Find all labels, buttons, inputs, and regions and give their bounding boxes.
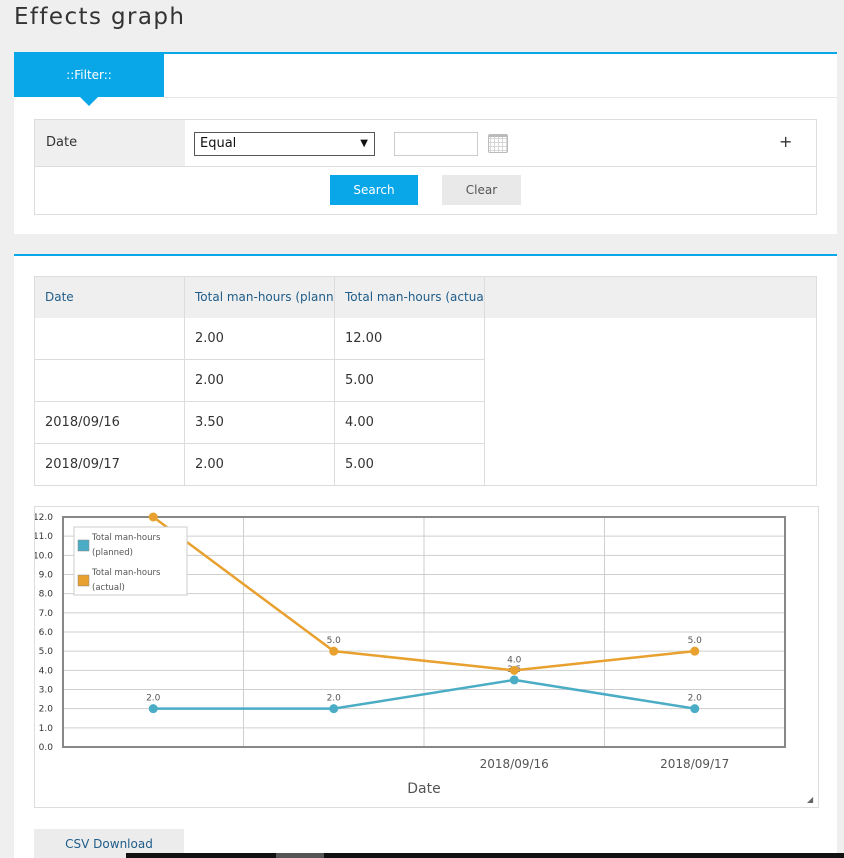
y-tick-label: 2.0	[39, 705, 54, 715]
data-label: 5.0	[327, 636, 342, 646]
table-header: Date Total man-hours (planned) Total man…	[35, 277, 816, 318]
date-input[interactable]	[394, 132, 478, 156]
y-tick-label: 10.0	[35, 551, 53, 561]
resize-handle-icon[interactable]: ◢	[807, 796, 815, 804]
data-point	[690, 646, 700, 656]
data-point	[148, 704, 158, 714]
legend-swatch	[77, 539, 90, 552]
filter-row-divider	[185, 166, 816, 167]
data-point	[509, 675, 519, 685]
tab-filter[interactable]: ::Filter::	[14, 54, 164, 97]
column-header-date[interactable]: Date	[35, 277, 185, 318]
y-tick-label: 6.0	[39, 628, 54, 638]
data-label: 2.0	[688, 694, 703, 704]
cell-date: 2018/09/16	[35, 402, 185, 444]
x-tick-label: 2018/09/17	[660, 757, 729, 771]
tab-indicator-arrow	[80, 97, 98, 106]
dropdown-arrow-icon: ▼	[360, 138, 368, 149]
tab-divider	[164, 97, 837, 98]
operator-select[interactable]: Equal ▼	[194, 132, 375, 156]
cell-date	[35, 318, 185, 360]
legend-label-line1: Total man-hours	[91, 568, 161, 578]
page-title: Effects graph	[14, 4, 186, 30]
cell-actual: 5.00	[335, 444, 485, 486]
results-panel: Date Total man-hours (planned) Total man…	[14, 254, 837, 858]
data-label: 2.0	[327, 694, 342, 704]
y-tick-label: 3.0	[39, 686, 54, 696]
cell-planned: 3.50	[185, 402, 335, 444]
y-tick-label: 12.0	[35, 513, 53, 523]
y-tick-label: 7.0	[39, 609, 54, 619]
x-axis-title: Date	[407, 781, 440, 797]
legend-label-line1: Total man-hours	[91, 533, 161, 543]
legend-label-line2: (planned)	[92, 548, 133, 558]
results-table: Date Total man-hours (planned) Total man…	[34, 276, 817, 486]
y-tick-label: 1.0	[39, 724, 54, 734]
cell-actual: 12.00	[335, 318, 485, 360]
calendar-icon[interactable]	[488, 134, 508, 153]
data-label: 5.0	[688, 636, 703, 646]
cell-planned: 2.00	[185, 318, 335, 360]
cell-actual: 5.00	[335, 360, 485, 402]
y-tick-label: 8.0	[39, 590, 54, 600]
data-point	[690, 704, 700, 714]
x-tick-label: 2018/09/16	[480, 757, 549, 771]
y-tick-label: 4.0	[39, 666, 54, 676]
y-tick-label: 11.0	[35, 532, 53, 542]
add-condition-icon[interactable]: +	[779, 132, 792, 151]
horizontal-scrollbar[interactable]	[126, 853, 844, 858]
scrollbar-thumb[interactable]	[276, 853, 324, 858]
y-tick-label: 0.0	[39, 743, 54, 753]
data-point	[509, 665, 519, 675]
data-label: 4.0	[507, 655, 522, 665]
operator-select-value: Equal	[200, 136, 237, 151]
y-tick-label: 5.0	[39, 647, 54, 657]
filter-field-label: Date	[35, 120, 185, 167]
data-label: 2.0	[146, 694, 161, 704]
cell-date: 2018/09/17	[35, 444, 185, 486]
cell-date	[35, 360, 185, 402]
data-point	[329, 704, 339, 714]
effects-chart-container: 0.0 1.0 2.0 3.0 4.0 5.0 6.0 7.0 8.0 9.0 10.0 11.0 12…	[33, 506, 819, 808]
cell-planned: 2.00	[185, 444, 335, 486]
column-header-planned[interactable]: Total man-hours (planned)	[185, 277, 335, 318]
effects-line-chart: 0.0 1.0 2.0 3.0 4.0 5.0 6.0 7.0 8.0 9.0 10.0 11.0 12…	[33, 512, 786, 797]
filter-form: Date Equal ▼ + Search Clear	[34, 119, 817, 215]
legend-label-line2: (actual)	[92, 583, 125, 593]
legend-swatch	[77, 574, 90, 587]
column-header-actual[interactable]: Total man-hours (actual)	[335, 277, 485, 318]
data-point	[148, 512, 158, 522]
y-tick-label: 9.0	[39, 571, 54, 581]
cell-actual: 4.00	[335, 402, 485, 444]
cell-planned: 2.00	[185, 360, 335, 402]
clear-button[interactable]: Clear	[442, 175, 521, 205]
search-button[interactable]: Search	[330, 175, 418, 205]
data-point	[329, 646, 339, 656]
filter-panel: ::Filter:: Date Equal ▼ + Search Clear	[14, 52, 837, 234]
